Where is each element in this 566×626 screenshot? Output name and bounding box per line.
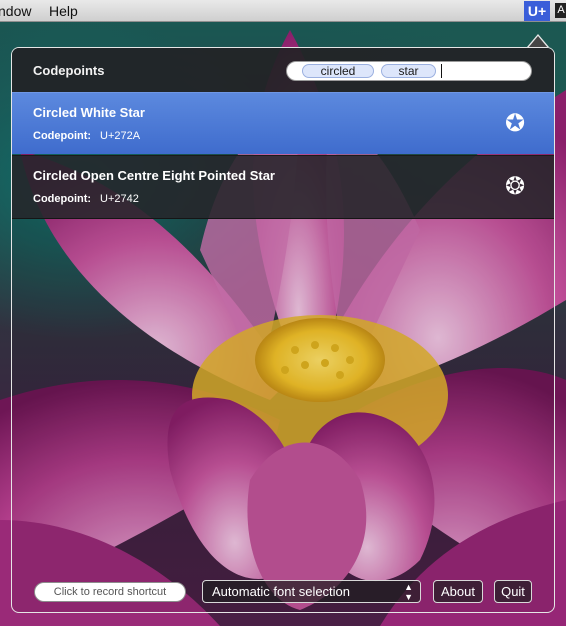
result-row[interactable]: Circled White Star Codepoint: U+272A ✪ — [12, 92, 554, 154]
status-extra-item[interactable]: A — [555, 3, 566, 18]
panel-title: Codepoints — [33, 63, 105, 78]
eight-pointed-star-glyph-icon: ❂ — [504, 172, 526, 200]
codepoint-label: Codepoint: — [33, 130, 92, 142]
font-selection-popup[interactable]: Automatic font selection ▲ ▼ — [202, 580, 421, 603]
menu-bar: ndow Help U+ A — [0, 0, 566, 22]
codepoint-label: Codepoint: — [33, 193, 92, 205]
popover-header: Codepoints circled star — [12, 48, 554, 92]
search-token-field[interactable]: circled star — [286, 61, 532, 81]
text-caret — [441, 64, 442, 78]
codepoint-value: U+272A — [100, 130, 141, 142]
result-row[interactable]: Circled Open Centre Eight Pointed Star C… — [12, 155, 554, 219]
codepoints-status-item[interactable]: U+ — [524, 1, 550, 21]
font-selection-value: Automatic font selection — [212, 584, 351, 599]
codepoints-popover: Codepoints circled star Circled White St… — [11, 47, 555, 613]
circled-white-star-glyph-icon: ✪ — [504, 109, 526, 137]
search-token[interactable]: star — [381, 64, 436, 78]
about-button[interactable]: About — [433, 580, 483, 603]
menu-window[interactable]: ndow — [0, 3, 31, 19]
up-down-arrows-icon: ▲ ▼ — [404, 582, 413, 602]
search-token[interactable]: circled — [302, 64, 374, 78]
character-name: Circled Open Centre Eight Pointed Star — [33, 168, 275, 183]
record-shortcut-button[interactable]: Click to record shortcut — [34, 582, 186, 602]
character-name: Circled White Star — [33, 105, 145, 120]
quit-button[interactable]: Quit — [494, 580, 532, 603]
codepoint-value: U+2742 — [100, 193, 139, 205]
menu-help[interactable]: Help — [49, 3, 78, 19]
